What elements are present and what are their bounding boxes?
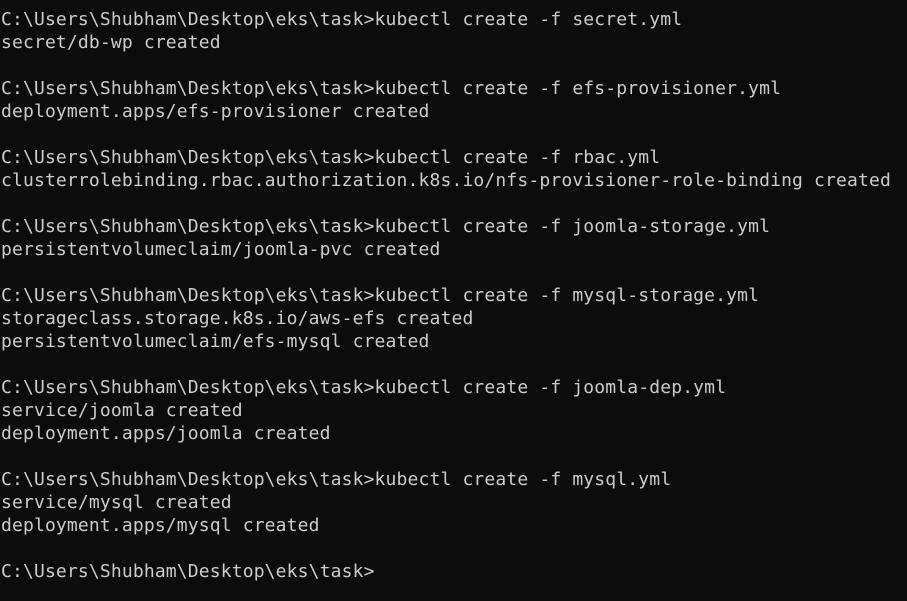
terminal-window[interactable]: C:\Users\Shubham\Desktop\eks\task>kubect… (0, 0, 907, 601)
terminal-output-line: deployment.apps/mysql created (1, 515, 320, 536)
terminal-output-line: service/mysql created (1, 492, 232, 513)
terminal-command-line: C:\Users\Shubham\Desktop\eks\task>kubect… (1, 78, 782, 99)
terminal-output-line: service/joomla created (1, 400, 243, 421)
terminal-output-line: persistentvolumeclaim/efs-mysql created (1, 331, 430, 352)
terminal-prompt[interactable]: C:\Users\Shubham\Desktop\eks\task> (1, 560, 907, 583)
cursor (375, 562, 385, 580)
terminal-command-line: C:\Users\Shubham\Desktop\eks\task>kubect… (1, 147, 661, 168)
prompt-text: C:\Users\Shubham\Desktop\eks\task> (1, 561, 375, 582)
terminal-output-line: secret/db-wp created (1, 32, 221, 53)
terminal-output-line: clusterrolebinding.rbac.authorization.k8… (1, 170, 891, 191)
terminal-output-line: persistentvolumeclaim/joomla-pvc created (1, 239, 441, 260)
terminal-command-line: C:\Users\Shubham\Desktop\eks\task>kubect… (1, 377, 727, 398)
terminal-command-line: C:\Users\Shubham\Desktop\eks\task>kubect… (1, 469, 672, 490)
terminal-command-line: C:\Users\Shubham\Desktop\eks\task>kubect… (1, 216, 771, 237)
terminal-command-line: C:\Users\Shubham\Desktop\eks\task>kubect… (1, 9, 683, 30)
terminal-command-line: C:\Users\Shubham\Desktop\eks\task>kubect… (1, 285, 760, 306)
terminal-output-line: deployment.apps/joomla created (1, 423, 331, 444)
terminal-output-line: storageclass.storage.k8s.io/aws-efs crea… (1, 308, 474, 329)
terminal-output-line: deployment.apps/efs-provisioner created (1, 101, 430, 122)
